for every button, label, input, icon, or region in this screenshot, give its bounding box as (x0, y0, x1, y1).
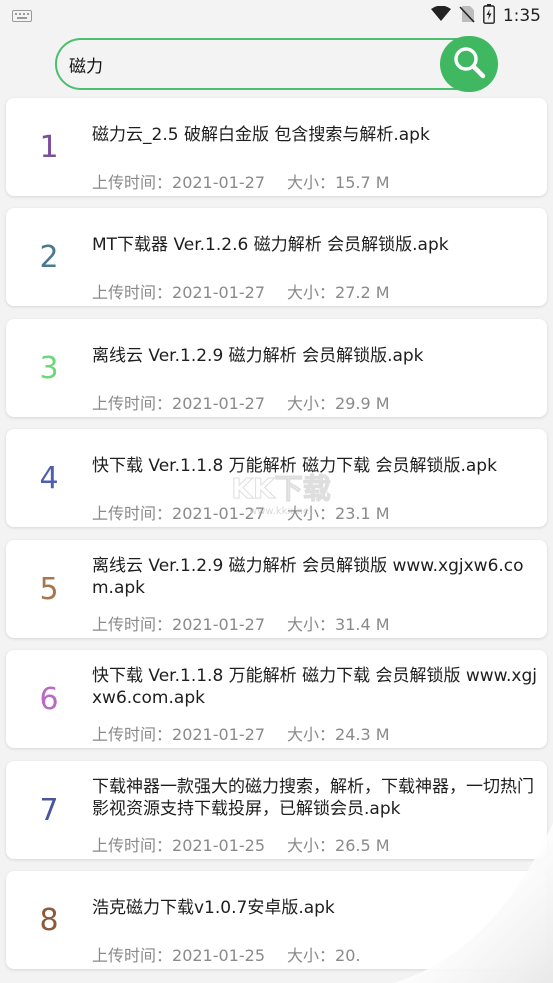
list-item[interactable]: 6 快下载 Ver.1.1.8 万能解析 磁力下载 会员解锁版 www.xgjx… (6, 650, 547, 748)
size-label: 大小： (287, 836, 336, 855)
item-number: 5 (39, 572, 59, 607)
item-title: MT下载器 Ver.1.2.6 磁力解析 会员解锁版.apk (92, 235, 449, 255)
item-meta: 上传时间：2021-01-27 大小：24.3 M (92, 721, 390, 745)
file-size: 26.5 M (335, 836, 390, 855)
item-title: 快下载 Ver.1.1.8 万能解析 磁力下载 会员解锁版.apk (92, 456, 497, 476)
size-label: 大小： (287, 504, 336, 523)
item-number: 6 (39, 682, 59, 717)
search-field[interactable] (55, 38, 495, 90)
upload-time-label: 上传时间： (92, 615, 173, 634)
list-item[interactable]: 7 下载神器一款强大的磁力搜索，解析，下载神器，一切热门影视资源支持下载投屏，已… (6, 761, 547, 859)
keyboard-icon (12, 10, 32, 22)
upload-time-label: 上传时间： (92, 946, 173, 965)
upload-date: 2021-01-25 (172, 836, 265, 855)
item-number: 4 (39, 461, 59, 496)
status-bar: 1:35 (0, 0, 553, 32)
size-label: 大小： (287, 394, 336, 413)
file-size: 15.7 M (335, 173, 390, 192)
file-size: 23.1 M (335, 504, 390, 523)
file-size: 20. (335, 946, 361, 965)
list-item[interactable]: 2 MT下载器 Ver.1.2.6 磁力解析 会员解锁版.apk 上传时间：20… (6, 208, 547, 306)
list-item[interactable]: 8 浩克磁力下载v1.0.7安卓版.apk 上传时间：2021-01-25 大小：… (6, 871, 547, 969)
item-title: 浩克磁力下载v1.0.7安卓版.apk (92, 898, 335, 918)
item-title: 离线云 Ver.1.2.9 磁力解析 会员解锁版.apk (92, 346, 424, 366)
upload-time-label: 上传时间： (92, 173, 173, 192)
item-number: 1 (39, 130, 59, 165)
search-input[interactable] (69, 54, 429, 74)
battery-icon (482, 4, 495, 28)
item-meta: 上传时间：2021-01-27 大小：23.1 M (92, 500, 390, 524)
item-number: 2 (39, 240, 59, 275)
wifi-icon (430, 5, 451, 26)
upload-date: 2021-01-25 (172, 946, 265, 965)
size-label: 大小： (287, 725, 336, 744)
item-number: 7 (39, 793, 59, 828)
upload-time-label: 上传时间： (92, 836, 173, 855)
upload-date: 2021-01-27 (172, 173, 265, 192)
file-size: 24.3 M (335, 725, 390, 744)
upload-date: 2021-01-27 (172, 615, 265, 634)
upload-date: 2021-01-27 (172, 504, 265, 523)
item-meta: 上传时间：2021-01-27 大小：15.7 M (92, 169, 390, 193)
upload-time-label: 上传时间： (92, 504, 173, 523)
item-meta: 上传时间：2021-01-25 大小：26.5 M (92, 832, 390, 856)
upload-date: 2021-01-27 (172, 394, 265, 413)
size-label: 大小： (287, 946, 336, 965)
item-meta: 上传时间：2021-01-27 大小：27.2 M (92, 279, 390, 303)
item-title: 离线云 Ver.1.2.9 磁力解析 会员解锁版 www.xgjxw6.com.… (92, 556, 524, 598)
item-meta: 上传时间：2021-01-25 大小：20. (92, 942, 360, 966)
size-label: 大小： (287, 283, 336, 302)
file-size: 31.4 M (335, 615, 390, 634)
file-size: 29.9 M (335, 394, 390, 413)
item-meta: 上传时间：2021-01-27 大小：29.9 M (92, 390, 390, 414)
item-title: 下载神器一款强大的磁力搜索，解析，下载神器，一切热门影视资源支持下载投屏，已解锁… (92, 777, 534, 819)
upload-time-label: 上传时间： (92, 725, 173, 744)
search-icon (452, 45, 486, 83)
item-title: 快下载 Ver.1.1.8 万能解析 磁力下载 会员解锁版 www.xgjxw6… (92, 666, 538, 708)
list-item[interactable]: 4 快下载 Ver.1.1.8 万能解析 磁力下载 会员解锁版.apk 上传时间… (6, 429, 547, 527)
file-size: 27.2 M (335, 283, 390, 302)
list-item[interactable]: 3 离线云 Ver.1.2.9 磁力解析 会员解锁版.apk 上传时间：2021… (6, 319, 547, 417)
item-number: 3 (39, 351, 59, 386)
search-bar (55, 36, 498, 92)
item-meta: 上传时间：2021-01-27 大小：31.4 M (92, 611, 390, 635)
status-time: 1:35 (502, 6, 541, 26)
upload-date: 2021-01-27 (172, 283, 265, 302)
search-button[interactable] (440, 36, 498, 92)
size-label: 大小： (287, 173, 336, 192)
list-item[interactable]: 1 磁力云_2.5 破解白金版 包含搜索与解析.apk 上传时间：2021-01… (6, 98, 547, 196)
size-label: 大小： (287, 615, 336, 634)
upload-time-label: 上传时间： (92, 394, 173, 413)
no-sim-icon (459, 5, 475, 27)
item-number: 8 (39, 903, 59, 938)
list-item[interactable]: 5 离线云 Ver.1.2.9 磁力解析 会员解锁版 www.xgjxw6.co… (6, 540, 547, 638)
item-title: 磁力云_2.5 破解白金版 包含搜索与解析.apk (92, 125, 430, 145)
upload-time-label: 上传时间： (92, 283, 173, 302)
upload-date: 2021-01-27 (172, 725, 265, 744)
